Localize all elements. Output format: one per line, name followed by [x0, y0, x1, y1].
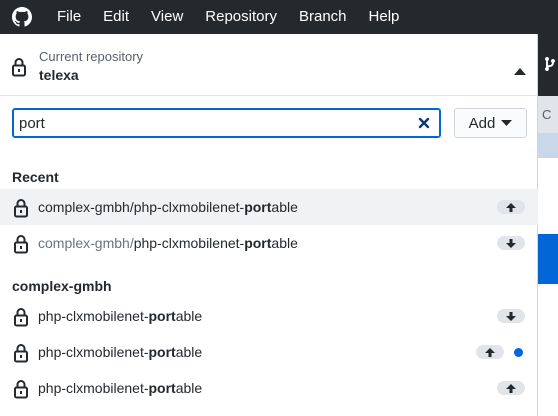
- repository-list-item[interactable]: php-clxmobilenet-portable: [0, 298, 538, 334]
- menu-file[interactable]: File: [46, 0, 92, 34]
- arrow-down-icon: [497, 309, 525, 323]
- lock-icon: [13, 343, 29, 368]
- repository-dropdown: Current repository telexa Add Recent com…: [0, 34, 538, 416]
- repository-list-item[interactable]: php-clxmobilenet-portable: [0, 334, 538, 370]
- github-logo-icon[interactable]: [12, 7, 32, 27]
- menu-repository[interactable]: Repository: [194, 0, 288, 34]
- section-org-title: complex-gmbh: [12, 278, 112, 294]
- repository-name: php-clxmobilenet-portable: [38, 344, 203, 360]
- repository-list-item[interactable]: complex-gmbh/php-clxmobilenet-portable: [0, 225, 538, 261]
- lock-icon: [13, 198, 29, 223]
- current-repository-name: telexa: [39, 67, 79, 83]
- repository-name: complex-gmbh/php-clxmobilenet-portable: [38, 199, 298, 215]
- repository-name: php-clxmobilenet-portable: [38, 308, 203, 324]
- repository-list-item[interactable]: php-clxmobilenet-portable: [0, 370, 538, 406]
- lock-icon: [13, 379, 29, 404]
- arrow-down-icon: [497, 236, 525, 250]
- repository-list-item[interactable]: complex-gmbh/php-clxmobilenet-portable: [0, 189, 538, 225]
- current-repository-button[interactable]: Current repository telexa: [0, 34, 538, 96]
- lock-icon: [11, 57, 27, 82]
- lock-icon: [13, 234, 29, 259]
- menu-help[interactable]: Help: [358, 0, 411, 34]
- add-button-label: Add: [468, 114, 496, 132]
- lock-icon: [13, 307, 29, 332]
- tab-edge: C: [538, 96, 558, 134]
- background-app-edge: C: [538, 34, 558, 416]
- clear-x-icon[interactable]: [417, 116, 431, 130]
- repository-filter-input[interactable]: [12, 108, 441, 138]
- arrow-up-icon: [497, 381, 525, 395]
- menu-bar: File Edit View Repository Branch Help: [0, 0, 558, 34]
- menu-branch[interactable]: Branch: [288, 0, 358, 34]
- repository-name: php-clxmobilenet-portable: [38, 380, 203, 396]
- repository-name: complex-gmbh/php-clxmobilenet-portable: [38, 235, 298, 251]
- caret-up-icon: [514, 62, 526, 80]
- section-recent-title: Recent: [12, 169, 59, 185]
- menu-edit[interactable]: Edit: [92, 0, 140, 34]
- tab-edge-glyph: C: [542, 107, 552, 122]
- toolbar-edge: [538, 34, 558, 96]
- current-repository-caption: Current repository: [39, 49, 144, 64]
- highlight-edge: [538, 134, 558, 158]
- arrow-up-icon: [497, 200, 525, 214]
- branch-icon: [545, 56, 555, 75]
- add-repository-button[interactable]: Add: [454, 108, 527, 138]
- filter-row: Add: [0, 96, 538, 156]
- arrow-up-icon: [476, 345, 504, 359]
- uncommitted-changes-dot: [514, 348, 523, 357]
- selected-edge: [538, 234, 558, 284]
- caret-down-icon: [501, 120, 513, 126]
- menu-view[interactable]: View: [140, 0, 194, 34]
